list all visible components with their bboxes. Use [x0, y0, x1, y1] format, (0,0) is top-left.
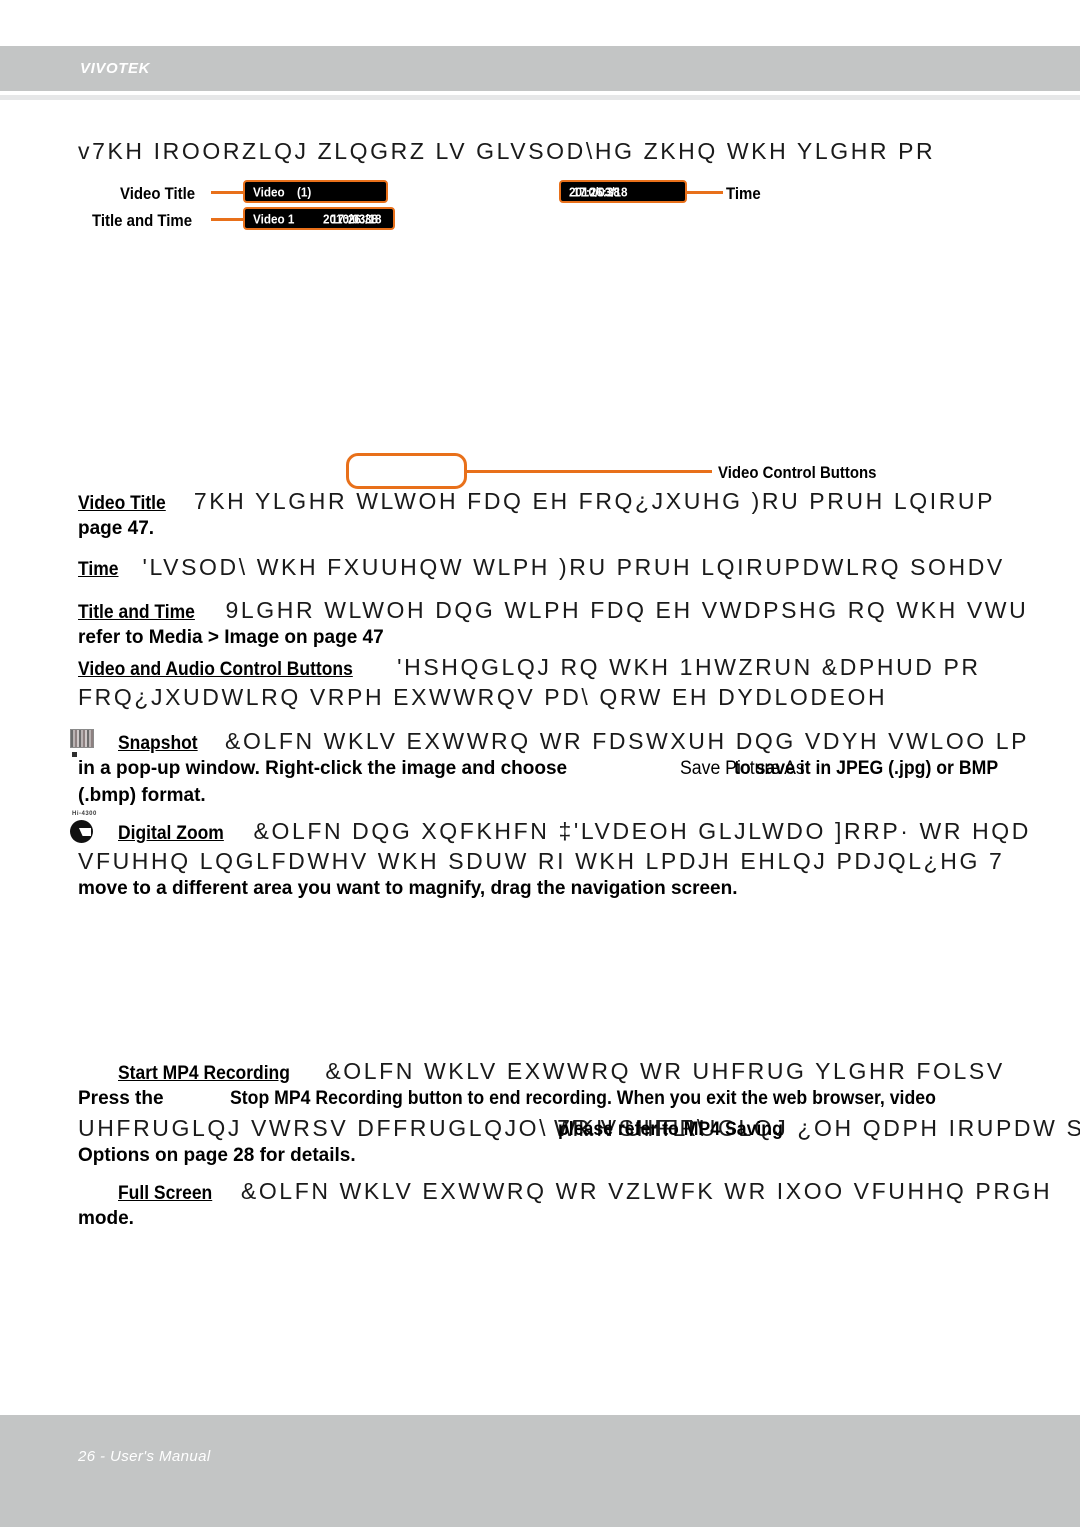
section-snapshot-solid-4: (.bmp) format. [78, 785, 206, 806]
section-video-title: Video Title 7KH YLGHR WLWOH FDQ EH FRQ¿J… [78, 488, 1080, 545]
leader-line-time [687, 191, 723, 194]
section-digital-zoom-line-3: move to a different area you want to mag… [78, 878, 1080, 905]
section-video-title-cipher-1: 7KH YLGHR WLWOH FDQ EH FRQ¿JXUHG )RU PRU… [193, 488, 996, 514]
section-video-title-label: Video Title [78, 493, 166, 514]
section-start-mp4-cipher-1: &OLFN WKLV EXWWRQ WR UHFRUG YLGHR FOLSV [325, 1058, 1005, 1084]
callout-label-time: Time [726, 184, 761, 203]
section-time-line-1: Time 'LVSOD\ WKH FXUUHQW WLPH )RU PRUH L… [78, 554, 1080, 584]
callout-label-title-and-time: Title and Time [92, 211, 193, 230]
section-snapshot-overlap-group: in a pop-up window. Right-click the imag… [78, 758, 998, 780]
section-full-screen: Full Screen &OLFN WKLV EXWWRQ WR VZLWFK … [78, 1178, 1080, 1235]
section-video-audio-cipher-1: 'HSHQGLQJ RQ WKH 1HWZRUN &DPHUD PR [397, 654, 981, 680]
section-snapshot: Snapshot &OLFN WKLV EXWWRQ WR FDSWXUH DQ… [78, 728, 1080, 812]
section-digital-zoom-cipher-1: &OLFN DQG XQFKHFN ‡'LVDEOH GLJLWDO ]RRP·… [253, 818, 1031, 844]
osd-video-control-buttons-box [346, 453, 467, 489]
footer-page-label: 26 - User's Manual [78, 1448, 211, 1465]
section-digital-zoom-solid-1: move to a different area you want to mag… [78, 878, 738, 899]
header-band [0, 46, 1080, 91]
section-digital-zoom-line-1: Digital Zoom &OLFN DQG XQFKHFN ‡'LVDEOH … [78, 818, 1080, 848]
section-digital-zoom: Digital Zoom &OLFN DQG XQFKHFN ‡'LVDEOH … [78, 818, 1080, 905]
section-start-mp4-solid-2: Stop MP4 Recording button to end recordi… [230, 1088, 936, 1109]
callout-label-video-control-buttons: Video Control Buttons [718, 463, 877, 482]
section-time-cipher-1: 'LVSOD\ WKH FXUUHQW WLPH )RU PRUH LQIRUP… [142, 554, 1005, 580]
osd-video-title-overlap-text: (1) [297, 184, 312, 199]
intro-paragraph: v7KH IROORZLQJ ZLQGRZ LV GLVSOD\HG ZKHQ … [78, 138, 1080, 165]
section-start-mp4-recording: Start MP4 Recording &OLFN WKLV EXWWRQ WR… [78, 1058, 1080, 1172]
section-snapshot-solid-1: in a pop-up window. Right-click the imag… [78, 758, 568, 779]
section-title-and-time: Title and Time 9LGHR WLWOH DQG WLPH FDQ … [78, 597, 1080, 654]
osd-time-overlap-text: 17:26:38 [573, 184, 620, 199]
section-start-mp4-line-3: UHFRUGLQJ VWRSV DFFRUGLQJO\ 7R VSHFLI\ W… [78, 1115, 1080, 1145]
section-title-and-time-label: Title and Time [78, 602, 195, 623]
section-title-and-time-line-2: refer to Media > Image on page 47 [78, 627, 1080, 654]
section-video-audio-control-buttons: Video and Audio Control Buttons 'HSHQGLQ… [78, 654, 1080, 714]
section-snapshot-solid-3: to save it in JPEG (.jpg) or BMP [734, 758, 999, 779]
callout-label-video-title: Video Title [120, 184, 196, 203]
section-title-and-time-solid-1: refer to Media > Image on page 47 [78, 627, 384, 648]
section-snapshot-line-1: Snapshot &OLFN WKLV EXWWRQ WR FDSWXUH DQ… [78, 728, 1080, 758]
section-video-title-solid-1: page 47. [78, 518, 155, 539]
section-time-label: Time [78, 559, 119, 580]
section-full-screen-solid-1: mode. [78, 1208, 134, 1229]
section-full-screen-line-1: Full Screen &OLFN WKLV EXWWRQ WR VZLWFK … [78, 1178, 1080, 1208]
osd-title-and-time-overlap2-text: 17:26:38 [331, 211, 378, 226]
osd-video-title-text: Video [253, 184, 285, 199]
footer-band [0, 1415, 1080, 1527]
section-video-title-line-2: page 47. [78, 518, 1080, 545]
osd-time-box: 2010/03/18 17:26:38 [559, 180, 687, 203]
section-digital-zoom-cipher-2: VFUHHQ LQGLFDWHV WKH SDUW RI WKH LPDJH E… [78, 848, 1005, 874]
section-start-mp4-overlap-group-1: Press the Stop MP4 Recording button to e… [78, 1088, 936, 1110]
section-digital-zoom-label: Digital Zoom [118, 823, 224, 844]
osd-video-title-box: Video (1) [243, 180, 388, 203]
section-start-mp4-line-4: Options on page 28 for details. [78, 1145, 1080, 1172]
snapshot-icon-dot [72, 752, 77, 757]
leader-line-video-control-buttons [467, 470, 712, 473]
section-start-mp4-solid-1: Press the [78, 1088, 164, 1109]
section-video-audio-line-2: FRQ¿JXUDWLRQ VRPH EXWWRQV PD\ QRW EH DYD… [78, 684, 1080, 714]
section-video-audio-line-1: Video and Audio Control Buttons 'HSHQGLQ… [78, 654, 1080, 684]
section-snapshot-line-2: in a pop-up window. Right-click the imag… [78, 758, 1080, 785]
section-time: Time 'LVSOD\ WKH FXUUHQW WLPH )RU PRUH L… [78, 554, 1080, 584]
section-snapshot-cipher-1: &OLFN WKLV EXWWRQ WR FDSWXUH DQG VDYH VW… [225, 728, 1030, 754]
section-start-mp4-solid-3: please refer to MP4 Saving [558, 1119, 783, 1140]
section-digital-zoom-line-2: VFUHHQ LQGLFDWHV WKH SDUW RI WKH LPDJH E… [78, 848, 1080, 878]
section-full-screen-label: Full Screen [118, 1183, 213, 1204]
intro-text: v7KH IROORZLQJ ZLQGRZ LV GLVSOD\HG ZKHQ … [78, 138, 936, 164]
brand-logo: VIVOTEK [80, 60, 151, 77]
section-full-screen-line-2: mode. [78, 1208, 1080, 1235]
osd-callout-diagram: Video Title Title and Time Video (1) Vid… [0, 175, 1080, 489]
section-start-mp4-line-2: Press the Stop MP4 Recording button to e… [78, 1088, 1080, 1115]
section-video-title-line-1: Video Title 7KH YLGHR WLWOH FDQ EH FRQ¿J… [78, 488, 1080, 518]
osd-title-and-time-box: Video 1 2010/03/18 17:26:38 [243, 207, 395, 230]
section-title-and-time-line-1: Title and Time 9LGHR WLWOH DQG WLPH FDQ … [78, 597, 1080, 627]
header-divider [0, 95, 1080, 100]
section-snapshot-label: Snapshot [118, 733, 198, 754]
section-start-mp4-line-1: Start MP4 Recording &OLFN WKLV EXWWRQ WR… [78, 1058, 1080, 1088]
section-start-mp4-overlap-group-2: UHFRUGLQJ VWRSV DFFRUGLQJO\ 7R VSHFLI\ W… [78, 1115, 1080, 1142]
digital-zoom-icon-caption: Hi-4300 [72, 811, 97, 817]
section-full-screen-cipher-1: &OLFN WKLV EXWWRQ WR VZLWFK WR IXOO VFUH… [240, 1178, 1053, 1204]
osd-title-and-time-text: Video 1 [253, 211, 295, 226]
section-snapshot-line-3: (.bmp) format. [78, 785, 1080, 812]
section-video-audio-label: Video and Audio Control Buttons [78, 659, 353, 680]
section-start-mp4-label: Start MP4 Recording [118, 1063, 290, 1084]
section-start-mp4-solid-4: Options on page 28 for details. [78, 1145, 356, 1166]
section-title-and-time-cipher-1: 9LGHR WLWOH DQG WLPH FDQ EH VWDPSHG RQ W… [225, 597, 1029, 623]
section-video-audio-cipher-2: FRQ¿JXUDWLRQ VRPH EXWWRQV PD\ QRW EH DYD… [78, 684, 888, 710]
